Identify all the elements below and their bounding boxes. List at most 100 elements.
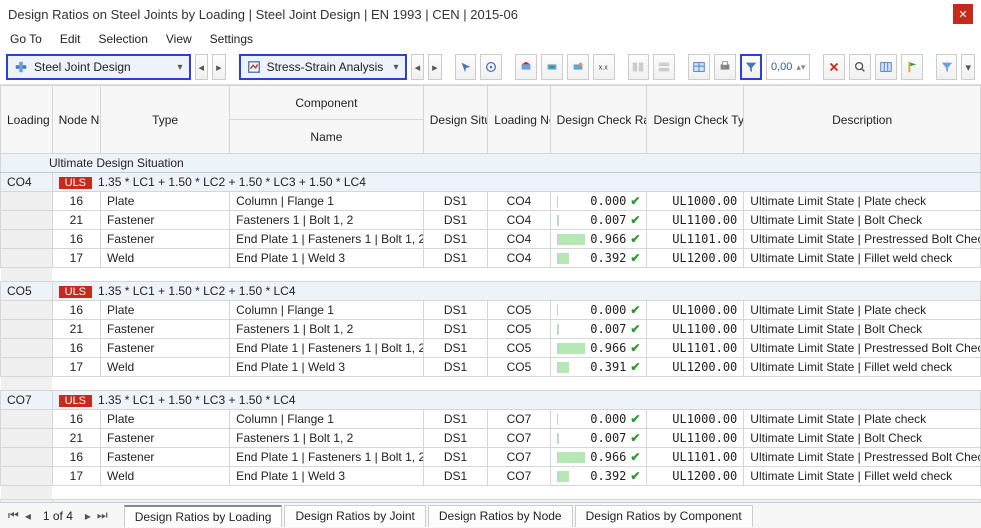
node-cell[interactable]: 21 (52, 211, 100, 230)
table-row[interactable]: 17WeldEnd Plate 1 | Weld 3DS1CO70.392✔UL… (1, 467, 981, 486)
name-cell[interactable]: End Plate 1 | Weld 3 (230, 358, 424, 377)
layout2-button[interactable] (653, 54, 675, 80)
pager-first-button[interactable]: ⏮ (8, 508, 19, 523)
lno-cell[interactable]: CO4 (488, 211, 550, 230)
ratio-cell[interactable]: 0.000✔ (550, 301, 647, 320)
ratio-cell[interactable]: 0.391✔ (550, 358, 647, 377)
header-name[interactable]: Name (230, 120, 424, 154)
type-cell[interactable]: Plate (101, 301, 230, 320)
lno-cell[interactable]: CO7 (488, 410, 550, 429)
table-row[interactable]: 16PlateColumn | Flange 1DS1CO70.000✔UL10… (1, 410, 981, 429)
nav-prev-button[interactable]: ◂ (195, 54, 209, 80)
desc-cell[interactable]: Ultimate Limit State | Plate check (744, 192, 981, 211)
print-button[interactable] (714, 54, 736, 80)
checktype-cell[interactable]: UL1000.00 (647, 410, 744, 429)
type-cell[interactable]: Plate (101, 410, 230, 429)
lno-cell[interactable]: CO5 (488, 339, 550, 358)
filter2-button[interactable] (936, 54, 958, 80)
menu-settings[interactable]: Settings (210, 32, 253, 46)
section-header[interactable]: Ultimate Design Situation (1, 154, 981, 173)
lno-cell[interactable]: CO5 (488, 320, 550, 339)
header-loading-no2[interactable]: Loading No. (488, 86, 550, 154)
loading-cell[interactable] (1, 448, 53, 467)
loading-cell[interactable] (1, 211, 53, 230)
type-cell[interactable]: Weld (101, 358, 230, 377)
ratio-cell[interactable]: 0.000✔ (550, 192, 647, 211)
type-cell[interactable]: Fastener (101, 429, 230, 448)
ds-cell[interactable]: DS1 (423, 339, 488, 358)
result-labels-button[interactable]: x.x (593, 54, 615, 80)
table-row[interactable]: 16PlateColumn | Flange 1DS1CO40.000✔UL10… (1, 192, 981, 211)
header-type[interactable]: Type (101, 86, 230, 154)
name-cell[interactable]: Column | Flange 1 (230, 301, 424, 320)
lno-cell[interactable]: CO7 (488, 467, 550, 486)
group-loading-cell[interactable]: CO4 (1, 173, 53, 192)
ds-cell[interactable]: DS1 (423, 192, 488, 211)
node-cell[interactable]: 17 (52, 249, 100, 268)
ratio-cell[interactable]: 0.000✔ (550, 410, 647, 429)
layout1-button[interactable] (628, 54, 650, 80)
ds-cell[interactable]: DS1 (423, 249, 488, 268)
name-cell[interactable]: End Plate 1 | Weld 3 (230, 249, 424, 268)
checktype-cell[interactable]: UL1100.00 (647, 429, 744, 448)
pager-prev-button[interactable]: ◂ (25, 509, 31, 523)
loading-cell[interactable] (1, 410, 53, 429)
table-view-button[interactable] (688, 54, 710, 80)
tab-by-node[interactable]: Design Ratios by Node (428, 505, 573, 527)
loading-cell[interactable] (1, 249, 53, 268)
checktype-cell[interactable]: UL1000.00 (647, 192, 744, 211)
pager-next-button[interactable]: ▸ (85, 509, 91, 523)
checktype-cell[interactable]: UL1101.00 (647, 448, 744, 467)
delete-button[interactable] (823, 54, 845, 80)
checktype-cell[interactable]: UL1200.00 (647, 249, 744, 268)
lno-cell[interactable]: CO7 (488, 448, 550, 467)
ds-cell[interactable]: DS1 (423, 448, 488, 467)
ds-cell[interactable]: DS1 (423, 358, 488, 377)
name-cell[interactable]: Column | Flange 1 (230, 410, 424, 429)
name-cell[interactable]: End Plate 1 | Fasteners 1 | Bolt 1, 2 (230, 448, 424, 467)
loading-cell[interactable] (1, 467, 53, 486)
tab-by-component[interactable]: Design Ratios by Component (575, 505, 753, 527)
ds-cell[interactable]: DS1 (423, 467, 488, 486)
loading-cell[interactable] (1, 358, 53, 377)
ratio-cell[interactable]: 0.392✔ (550, 467, 647, 486)
desc-cell[interactable]: Ultimate Limit State | Plate check (744, 410, 981, 429)
ds-cell[interactable]: DS1 (423, 429, 488, 448)
table-row[interactable]: 17WeldEnd Plate 1 | Weld 3DS1CO50.391✔UL… (1, 358, 981, 377)
node-cell[interactable]: 16 (52, 192, 100, 211)
loading-cell[interactable] (1, 230, 53, 249)
desc-cell[interactable]: Ultimate Limit State | Bolt Check (744, 320, 981, 339)
checktype-cell[interactable]: UL1100.00 (647, 320, 744, 339)
menu-view[interactable]: View (166, 32, 192, 46)
table-row[interactable]: 16FastenerEnd Plate 1 | Fasteners 1 | Bo… (1, 339, 981, 358)
result-view2-button[interactable] (541, 54, 563, 80)
analysis-mode-dropdown[interactable]: Stress-Strain Analysis ▾ (239, 54, 407, 80)
type-cell[interactable]: Fastener (101, 339, 230, 358)
lno-cell[interactable]: CO4 (488, 249, 550, 268)
table-row[interactable]: 16FastenerEnd Plate 1 | Fasteners 1 | Bo… (1, 230, 981, 249)
loading-cell[interactable] (1, 301, 53, 320)
type-cell[interactable]: Fastener (101, 448, 230, 467)
lno-cell[interactable]: CO4 (488, 192, 550, 211)
ratio-cell[interactable]: 0.966✔ (550, 448, 647, 467)
loading-cell[interactable] (1, 339, 53, 358)
pager-last-button[interactable]: ⏭ (97, 508, 108, 523)
name-cell[interactable]: End Plate 1 | Weld 3 (230, 467, 424, 486)
table-row[interactable]: 21FastenerFasteners 1 | Bolt 1, 2DS1CO70… (1, 429, 981, 448)
checktype-cell[interactable]: UL1101.00 (647, 339, 744, 358)
checktype-cell[interactable]: UL1200.00 (647, 467, 744, 486)
filter-button[interactable] (740, 54, 762, 80)
analysis-type-dropdown[interactable]: Steel Joint Design ▾ (6, 54, 191, 80)
flag-button[interactable] (901, 54, 923, 80)
table-row[interactable]: 17WeldEnd Plate 1 | Weld 3DS1CO40.392✔UL… (1, 249, 981, 268)
ratio-cell[interactable]: 0.966✔ (550, 230, 647, 249)
dropdown-more-button[interactable]: ▾ (961, 54, 975, 80)
menu-selection[interactable]: Selection (99, 32, 148, 46)
table-row[interactable]: 16PlateColumn | Flange 1DS1CO50.000✔UL10… (1, 301, 981, 320)
desc-cell[interactable]: Ultimate Limit State | Fillet weld check (744, 249, 981, 268)
lno-cell[interactable]: CO5 (488, 301, 550, 320)
lno-cell[interactable]: CO7 (488, 429, 550, 448)
header-design-situation[interactable]: Design Situation (423, 86, 488, 154)
header-loading-no[interactable]: Loading No. (1, 86, 53, 154)
type-cell[interactable]: Fastener (101, 230, 230, 249)
